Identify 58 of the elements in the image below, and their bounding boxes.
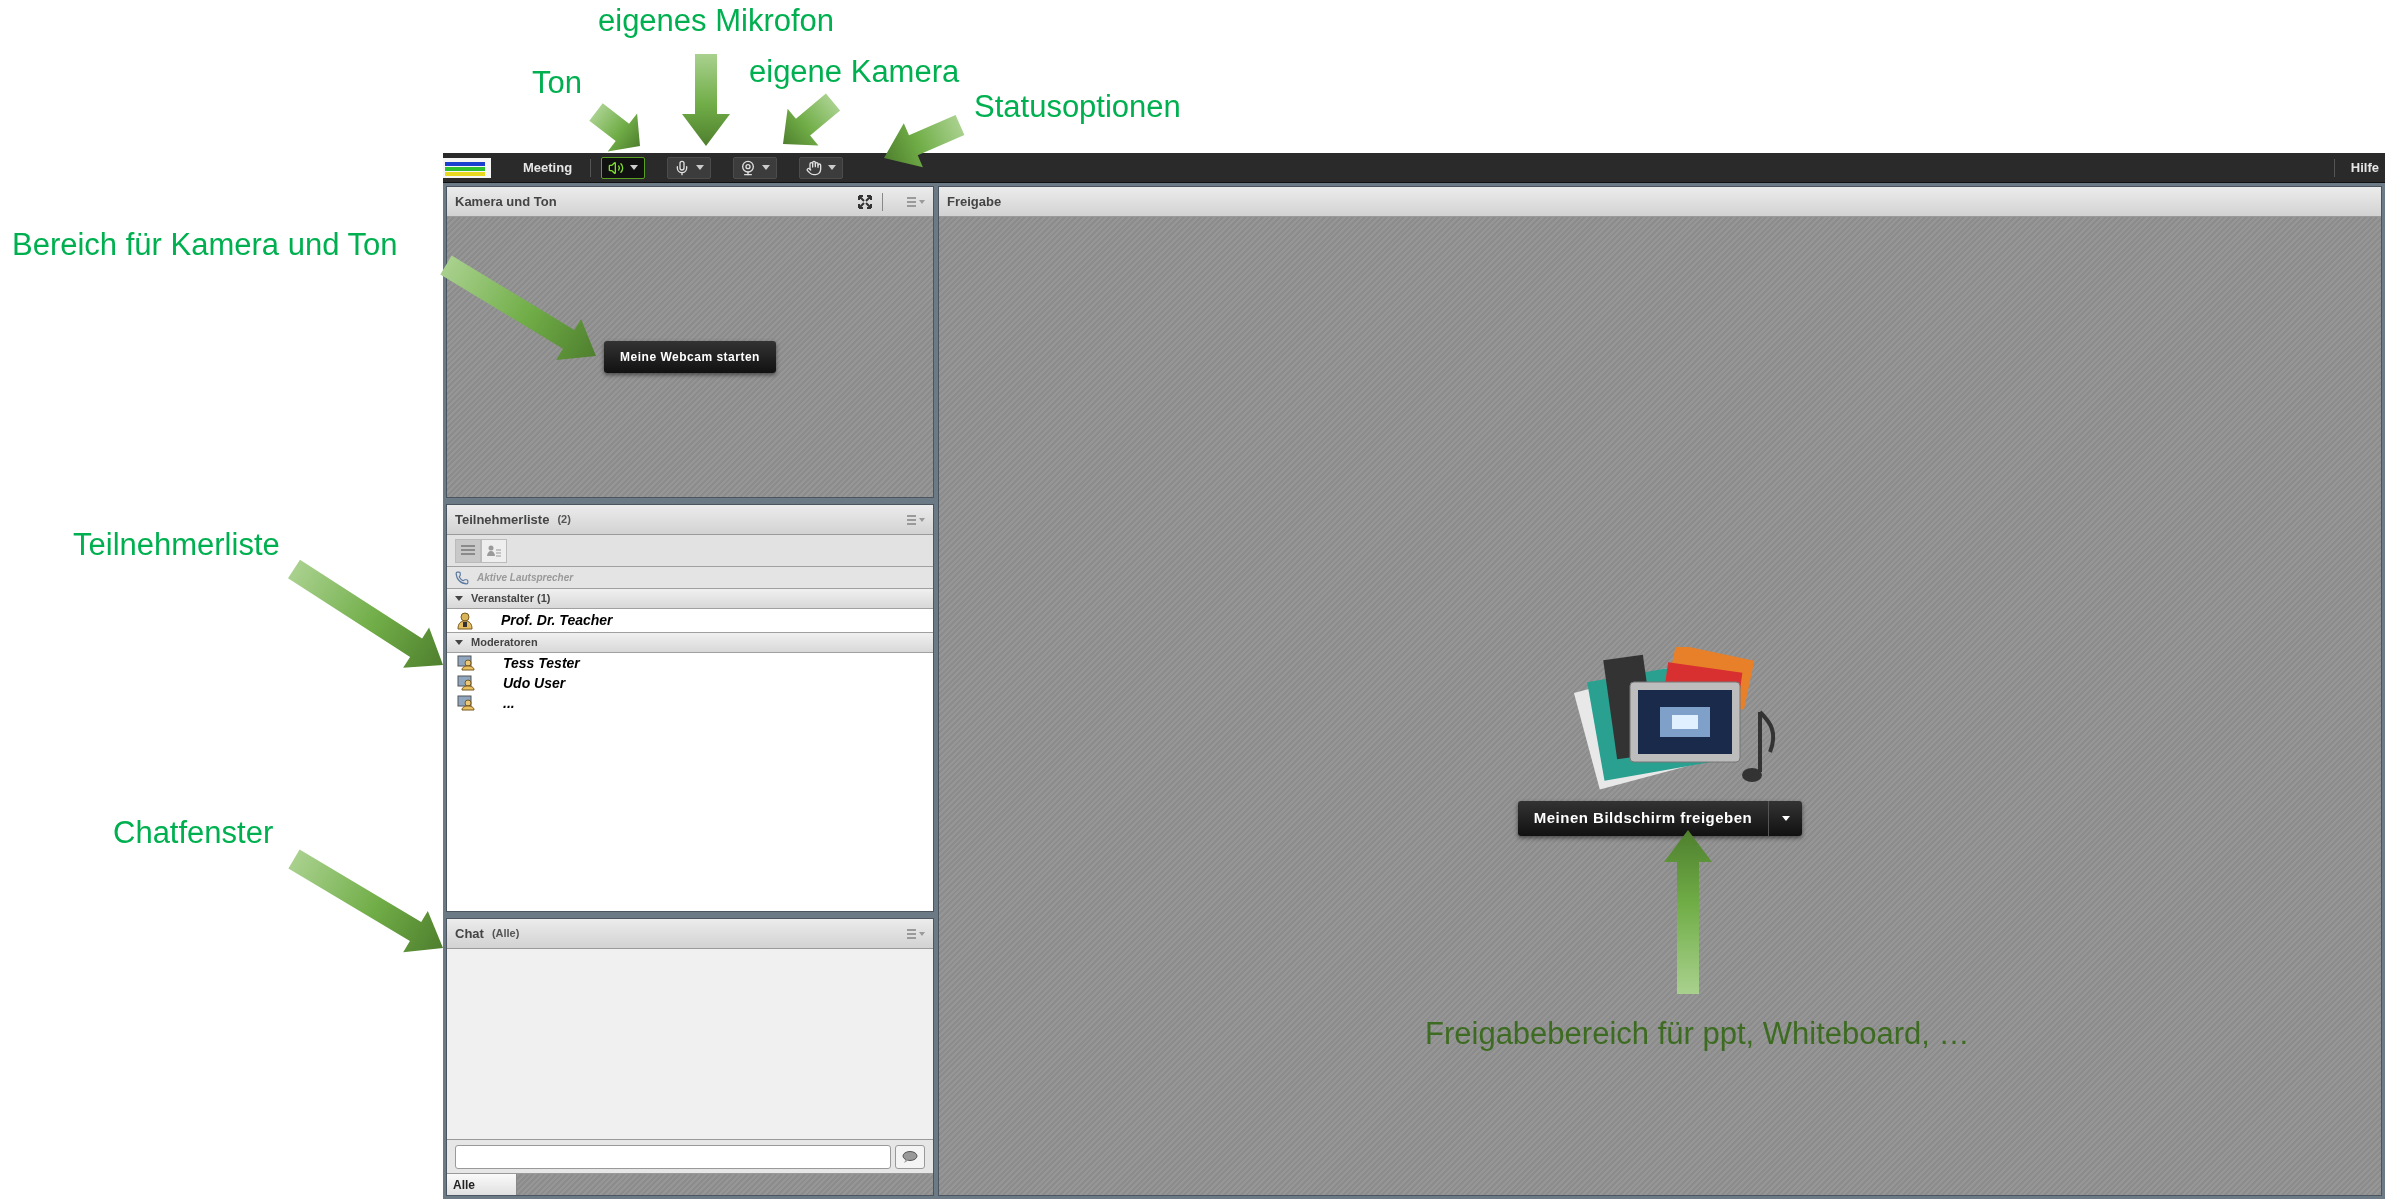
group-header[interactable]: Moderatoren [447,633,933,653]
help-menu[interactable]: Hilfe [2344,157,2385,178]
pod-title: Kamera und Ton [455,192,557,211]
fullscreen-icon[interactable] [858,194,872,209]
pod-title: Teilnehmerliste [455,510,550,529]
arrow [589,103,640,152]
presenter-icon [457,675,475,691]
annotation-label: Statusoptionen [974,88,1181,126]
active-speakers-label: Aktive Lautsprecher [477,571,574,585]
chat-scope: (Alle) [491,926,520,942]
start-webcam-button[interactable]: Meine Webcam starten [604,341,776,373]
annotation-label: Bereich für Kamera und Ton [12,226,398,264]
attendee-count: (2) [557,512,571,528]
attendee-name: Udo User [503,673,566,693]
meeting-menu[interactable]: Meeting [515,157,581,178]
annotation-label: Teilnehmerliste [73,526,280,564]
attendee-row[interactable]: ... [447,693,933,713]
logo-icon [443,157,491,178]
annotation-label: eigene Kamera [749,53,960,91]
view-toggle[interactable] [455,538,481,563]
phone-icon [455,570,469,585]
list-view-icon [460,543,476,558]
view-toggle[interactable] [481,538,507,563]
speech-bubble-icon [902,1150,918,1163]
attendee-row[interactable]: Tess Tester [447,653,933,673]
host-icon [457,611,473,630]
pod-title: Freigabe [947,192,1002,211]
speaker-icon [608,159,625,176]
toolbar-button[interactable] [601,156,646,179]
caret-icon [455,596,463,601]
caret-icon [696,165,705,170]
attendee-name: Tess Tester [503,653,580,673]
person-list-icon [486,543,502,558]
annotation-label: Chatfenster [113,814,274,852]
annotation-label: eigenes Mikrofon [598,2,835,40]
hand-icon [806,159,823,176]
arrow [783,93,841,146]
toolbar-button[interactable] [733,156,778,179]
caret-icon [630,165,639,170]
attendee-row[interactable]: Udo User [447,673,933,693]
chat-tab[interactable]: Alle [447,1174,517,1195]
toolbar-button[interactable] [799,156,844,179]
pod-title: Chat [455,924,484,943]
group-header[interactable]: Veranstalter (1) [447,589,933,609]
presenter-icon [457,655,475,671]
caret-icon [828,165,837,170]
chat-input[interactable] [455,1144,891,1169]
presenter-icon [457,695,475,711]
send-button[interactable] [895,1144,925,1169]
attendee-name: Prof. Dr. Teacher [501,611,613,630]
attendee-name: ... [503,693,515,713]
annotation-label: Freigabebereich für ppt, Whiteboard, … [1425,1015,1970,1053]
caret-icon [1781,815,1790,821]
caret-icon [762,165,771,170]
caret-icon [455,640,463,645]
toolbar-button[interactable] [667,156,712,179]
annotation-label: Ton [532,64,582,102]
webcam-icon [740,159,757,176]
